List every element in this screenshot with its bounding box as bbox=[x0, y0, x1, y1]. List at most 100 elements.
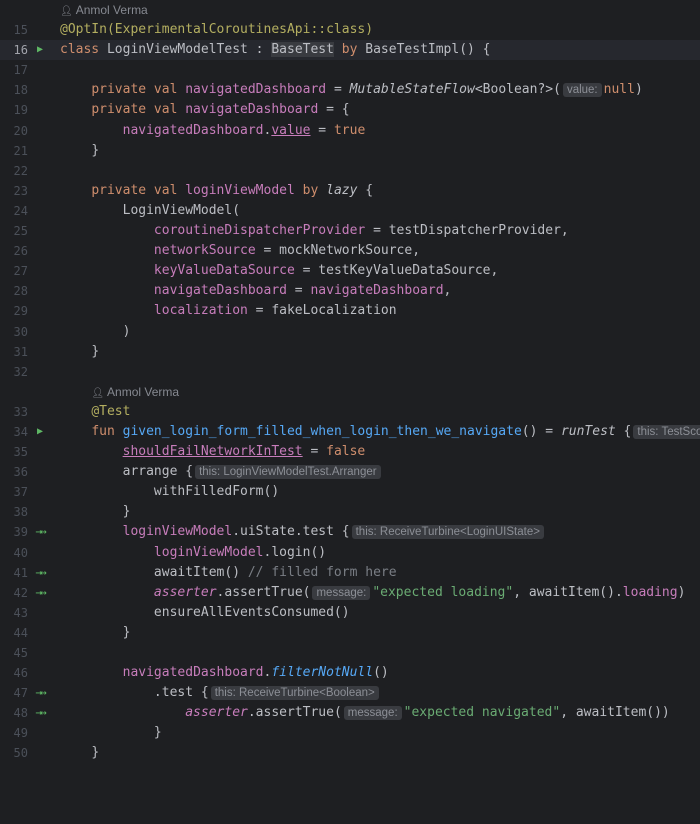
line-number: 32 bbox=[13, 364, 28, 379]
line-number: 39 bbox=[13, 525, 28, 540]
code-line[interactable]: 21 } bbox=[0, 141, 700, 161]
line-number: 45 bbox=[13, 646, 28, 660]
line-number: 33 bbox=[13, 404, 28, 419]
property: asserter bbox=[153, 584, 217, 600]
code-text: awaitItem() bbox=[153, 564, 248, 580]
code-line[interactable]: 40 loginViewModel.login() bbox=[0, 543, 700, 563]
code-text: arrange { bbox=[122, 464, 194, 480]
code-line[interactable]: 27 keyValueDataSource = testKeyValueData… bbox=[0, 261, 700, 281]
code-text: , awaitItem(). bbox=[513, 584, 623, 600]
function-name: given_login_form_filled_when_login_then_… bbox=[122, 423, 522, 439]
code-line[interactable]: 43 ensureAllEventsConsumed() bbox=[0, 603, 700, 623]
code-line[interactable]: 25 coroutineDispatcherProvider = testDis… bbox=[0, 221, 700, 241]
code-line[interactable]: 17 bbox=[0, 60, 700, 80]
code-line[interactable]: 23 private val loginViewModel by lazy { bbox=[0, 181, 700, 201]
code-line[interactable]: 34 ▶ fun given_login_form_filled_when_log… bbox=[0, 422, 700, 442]
author-hint[interactable]: 👤︎ Anmol Verma bbox=[91, 385, 179, 399]
code-line-active[interactable]: 16 ▶ class LoginViewModelTest : BaseTest … bbox=[0, 40, 700, 61]
run-icon[interactable]: ▶ bbox=[34, 40, 46, 60]
code-line[interactable]: 32 bbox=[0, 362, 700, 382]
gutter: 42 →↔ bbox=[0, 583, 56, 603]
gutter: 32 bbox=[0, 362, 56, 382]
code-text: ensureAllEventsConsumed() bbox=[153, 604, 350, 620]
gutter: 21 bbox=[0, 141, 56, 161]
code-line[interactable]: 36 arrange {this: LoginViewModelTest.Arr… bbox=[0, 462, 700, 482]
code-line[interactable]: 18 private val navigatedDashboard = Muta… bbox=[0, 80, 700, 100]
keyword: by bbox=[333, 42, 366, 58]
code-line[interactable]: 26 networkSource = mockNetworkSource, bbox=[0, 241, 700, 261]
code-line[interactable]: 22 bbox=[0, 161, 700, 181]
base-class: BaseTest bbox=[271, 42, 334, 58]
line-number: 21 bbox=[13, 143, 28, 158]
parameter-hint: value: bbox=[562, 83, 602, 98]
author-hint[interactable]: 👤︎ Anmol Verma bbox=[60, 3, 148, 17]
gutter: 19 bbox=[0, 100, 56, 120]
code-line[interactable]: 49 } bbox=[0, 723, 700, 743]
property: navigatedDashboard bbox=[122, 122, 264, 138]
property: loginViewModel bbox=[153, 544, 264, 560]
property: loading bbox=[622, 584, 678, 600]
code-line[interactable]: 45 bbox=[0, 643, 700, 663]
keyword: class bbox=[60, 42, 107, 58]
line-number: 22 bbox=[13, 163, 28, 178]
string-literal: "expected loading" bbox=[372, 584, 514, 600]
gutter: 38 bbox=[0, 502, 56, 522]
suspend-call-icon[interactable]: →↔ bbox=[34, 703, 46, 723]
property: navigatedDashboard bbox=[185, 82, 327, 98]
gutter: 34 ▶ bbox=[0, 422, 56, 442]
code-line[interactable]: 48 →↔ asserter.assertTrue(message: "expect… bbox=[0, 703, 700, 723]
code-line[interactable]: 50 } bbox=[0, 743, 700, 763]
code-line[interactable]: 37 withFilledForm() bbox=[0, 482, 700, 502]
code-line[interactable]: 19 private val navigateDashboard = { bbox=[0, 100, 700, 120]
code-text: BaseTestImpl() { bbox=[365, 42, 491, 58]
suspend-call-icon[interactable]: →↔ bbox=[34, 563, 46, 583]
suspend-call-icon[interactable]: →↔ bbox=[34, 522, 46, 542]
code-text: = { bbox=[318, 102, 350, 118]
code-text: , awaitItem()) bbox=[560, 705, 670, 721]
keyword: fun bbox=[91, 423, 123, 439]
code-line[interactable]: 39 →↔ loginViewModel.uiState.test {this: … bbox=[0, 522, 700, 542]
gutter: 48 →↔ bbox=[0, 703, 56, 723]
code-line[interactable]: 38 } bbox=[0, 502, 700, 522]
code-line[interactable]: 30 ) bbox=[0, 322, 700, 342]
code-line[interactable]: 44 } bbox=[0, 623, 700, 643]
code-text: } bbox=[122, 504, 131, 520]
code-line[interactable]: 35 shouldFailNetworkInTest = false bbox=[0, 442, 700, 462]
gutter: 39 →↔ bbox=[0, 522, 56, 542]
suspend-call-icon[interactable]: →↔ bbox=[34, 583, 46, 603]
run-icon[interactable]: ▶ bbox=[34, 422, 46, 442]
gutter: 24 bbox=[0, 201, 56, 221]
code-line[interactable]: 42 →↔ asserter.assertTrue(message: "expect… bbox=[0, 583, 700, 603]
code-line[interactable]: 46 navigatedDashboard.filterNotNull() bbox=[0, 663, 700, 683]
code-line[interactable]: 28 navigateDashboard = navigateDashboard… bbox=[0, 281, 700, 301]
code-line[interactable]: 31 } bbox=[0, 342, 700, 362]
code-line[interactable]: 24 LoginViewModel( bbox=[0, 201, 700, 221]
keyword: false bbox=[326, 444, 366, 460]
code-text: } bbox=[153, 725, 162, 741]
code-line[interactable]: 20 navigatedDashboard.value = true bbox=[0, 121, 700, 141]
person-icon: 👤︎ bbox=[60, 6, 73, 17]
code-line[interactable]: 41 →↔ awaitItem() // filled form here bbox=[0, 563, 700, 583]
code-text: .uiState.test { bbox=[232, 524, 350, 540]
annotation: @OptIn(ExperimentalCoroutinesApi::class) bbox=[60, 22, 374, 38]
code-text: .assertTrue( bbox=[247, 705, 342, 721]
code-text: } bbox=[91, 745, 100, 761]
gutter: 22 bbox=[0, 161, 56, 181]
code-text: ) bbox=[122, 323, 131, 339]
code-text: () bbox=[373, 665, 389, 681]
code-text: = fakeLocalization bbox=[247, 303, 397, 319]
line-number: 37 bbox=[13, 485, 28, 500]
code-line[interactable]: 15 @OptIn(ExperimentalCoroutinesApi::cla… bbox=[0, 20, 700, 40]
function-call: MutableStateFlow bbox=[349, 82, 475, 98]
suspend-call-icon[interactable]: →↔ bbox=[34, 683, 46, 703]
code-text: = bbox=[302, 444, 327, 460]
function-call: runTest bbox=[560, 423, 616, 439]
code-line[interactable]: 47 →↔ .test {this: ReceiveTurbine<Boolean… bbox=[0, 683, 700, 703]
keyword: private val bbox=[91, 82, 186, 98]
code-editor[interactable]: 👤︎ Anmol Verma 15 @OptIn(ExperimentalCoro… bbox=[0, 0, 700, 765]
code-line[interactable]: 33 @Test bbox=[0, 402, 700, 422]
code-line[interactable]: 29 localization = fakeLocalization bbox=[0, 301, 700, 321]
gutter: 25 bbox=[0, 221, 56, 241]
named-argument: coroutineDispatcherProvider bbox=[153, 223, 366, 239]
code-text: { bbox=[615, 423, 632, 439]
